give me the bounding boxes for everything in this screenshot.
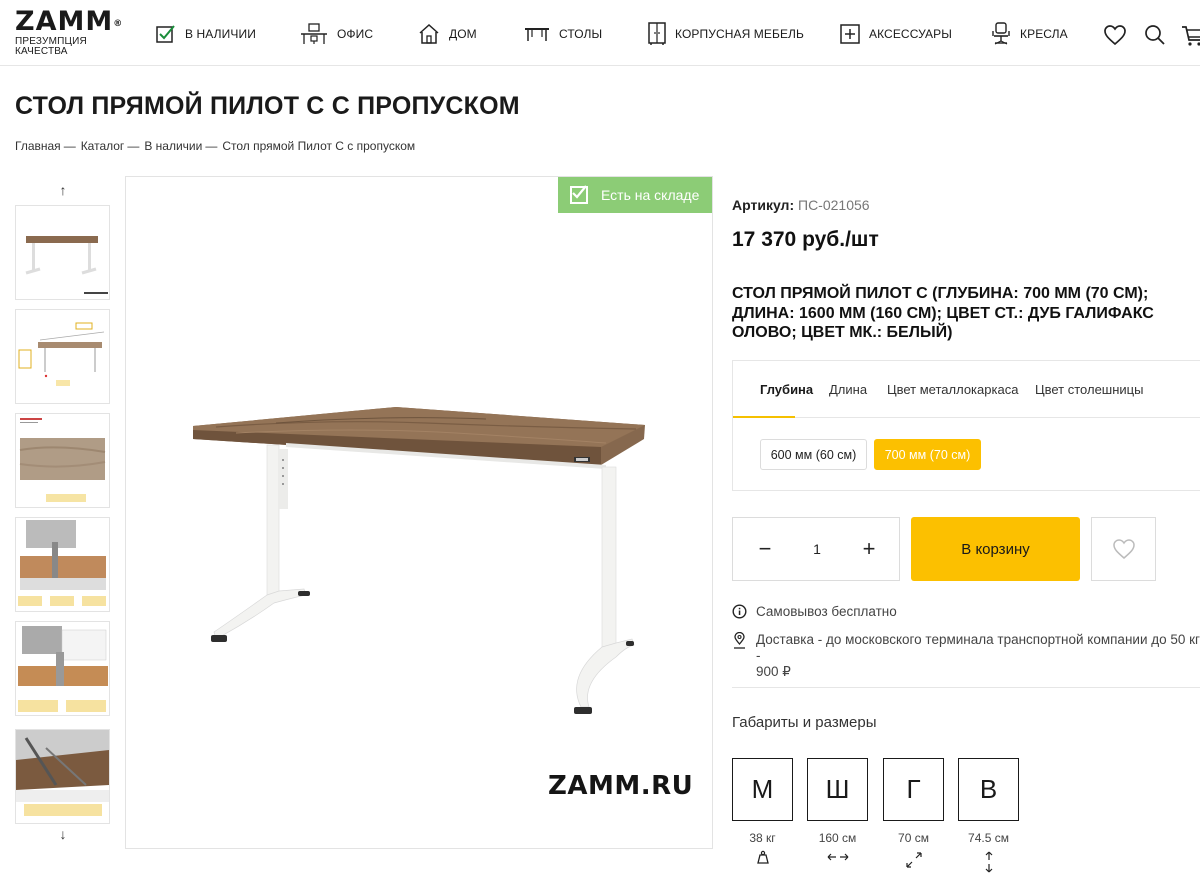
thumbnail-3[interactable] (15, 413, 110, 508)
add-to-cart-button[interactable]: В корзину (911, 517, 1080, 581)
office-icon (301, 23, 327, 44)
breadcrumb-current: Стол прямой Пилот С с пропуском (222, 139, 416, 153)
article-label: Артикул: (732, 197, 795, 213)
pickup-text: Самовывоз бесплатно (756, 604, 897, 619)
tab-length[interactable]: Длина (829, 382, 867, 397)
quantity-plus-button[interactable]: + (858, 538, 880, 560)
quantity-minus-button[interactable]: − (754, 538, 776, 560)
info-icon (732, 604, 747, 619)
registered-mark: ® (113, 19, 124, 29)
chair-icon (992, 22, 1010, 45)
favorite-button[interactable] (1091, 517, 1156, 581)
breadcrumb-catalog[interactable]: Каталог (81, 139, 125, 153)
nav-item-chairs[interactable]: КРЕСЛА (991, 20, 1068, 48)
cart-icon[interactable] (1181, 24, 1200, 48)
dim-height-value: 74.5 см (968, 831, 1009, 845)
thumbnail-1[interactable] (15, 205, 110, 300)
page-title: СТОЛ ПРЯМОЙ ПИЛОТ С С ПРОПУСКОМ (15, 92, 520, 120)
thumbnail-2[interactable] (15, 309, 110, 404)
thumb-scroll-up-icon[interactable]: ↑ (55, 182, 71, 198)
product-name: СТОЛ ПРЯМОЙ ПИЛОТ С (ГЛУБИНА: 700 ММ (70… (732, 285, 1154, 341)
dimensions-title: Габариты и размеры (732, 714, 877, 731)
quantity-stepper: − 1 + (732, 517, 900, 581)
breadcrumb-separator: — (63, 139, 76, 153)
nav-item-home[interactable]: ДОМ (418, 20, 477, 48)
stock-badge: Есть на складе (558, 177, 712, 213)
article-number: Артикул: ПС-021056 (732, 197, 870, 213)
nav-label: КРЕСЛА (1020, 27, 1068, 41)
logo[interactable]: ZAMM® ПРЕЗУМПЦИЯ КАЧЕСТВА (15, 8, 123, 57)
active-tab-indicator (733, 416, 795, 418)
stock-badge-label: Есть на складе (601, 187, 700, 203)
nav-item-in-stock[interactable]: В НАЛИЧИИ (156, 20, 256, 48)
delivery-price: 900 ₽ (756, 664, 791, 679)
plus-box-icon (840, 24, 860, 44)
dim-weight-box: М (732, 758, 793, 821)
search-icon[interactable] (1144, 24, 1166, 46)
heart-icon[interactable] (1103, 24, 1127, 46)
breadcrumb-home[interactable]: Главная (15, 139, 61, 153)
dim-width-box: Ш (807, 758, 868, 821)
nav-label: СТОЛЫ (559, 27, 603, 41)
table-icon (525, 28, 549, 41)
breadcrumb-separator: — (127, 139, 140, 153)
logo-tagline: ПРЕЗУМПЦИЯ КАЧЕСТВА (15, 36, 87, 57)
option-700mm[interactable]: 700 мм (70 см) (874, 439, 981, 470)
tab-depth[interactable]: Глубина (760, 382, 813, 397)
quantity-value[interactable]: 1 (807, 541, 827, 557)
divider (732, 687, 1200, 688)
height-arrows-icon (958, 850, 1019, 879)
price: 17 370 руб./шт (732, 228, 879, 251)
options-panel: Глубина Длина Цвет металлокаркаса Цвет с… (732, 360, 1200, 491)
delivery-info: Доставка - до московского терминала тран… (732, 632, 1200, 680)
thumbnail-4[interactable] (15, 517, 110, 612)
nav-label: В НАЛИЧИИ (185, 27, 256, 41)
option-tabs: Глубина Длина Цвет металлокаркаса Цвет с… (733, 361, 1200, 418)
thumbnail-6[interactable] (15, 729, 110, 824)
desk-illustration (193, 407, 645, 714)
breadcrumb-in-stock[interactable]: В наличии (144, 139, 202, 153)
cabinet-icon (648, 22, 666, 45)
thumbnail-5[interactable] (15, 621, 110, 716)
breadcrumb-separator: — (205, 139, 218, 153)
article-value: ПС-021056 (798, 197, 870, 213)
check-icon (570, 185, 588, 204)
nav-label: ДОМ (449, 27, 477, 41)
width-arrows-icon (807, 850, 868, 869)
nav-item-tables[interactable]: СТОЛЫ (524, 20, 602, 48)
dim-depth-box: Г (883, 758, 944, 821)
nav-item-accessories[interactable]: АКСЕССУАРЫ (840, 20, 952, 48)
nav-label: АКСЕССУАРЫ (869, 27, 952, 41)
main-product-image[interactable]: Есть на складе ZAMM.RU (125, 176, 713, 849)
location-pin-icon (734, 632, 745, 649)
dim-depth-value: 70 см (898, 831, 929, 845)
tab-top-color[interactable]: Цвет столешницы (1035, 382, 1143, 397)
dim-weight-value: 38 кг (749, 831, 776, 845)
tab-frame-color[interactable]: Цвет металлокаркаса (887, 382, 1018, 397)
nav-label: ОФИС (337, 27, 374, 41)
weight-icon (732, 850, 793, 869)
pickup-info: Самовывоз бесплатно (732, 604, 897, 620)
breadcrumb: Главная — Каталог — В наличии — Стол прямой… (15, 139, 415, 153)
heart-icon (1112, 539, 1135, 559)
delivery-text: Доставка - до московского терминала тран… (756, 632, 1200, 663)
logo-text: ZAMM (15, 6, 114, 37)
thumb-scroll-down-icon[interactable]: ↓ (55, 826, 71, 842)
checkbox-icon (156, 25, 175, 43)
dim-height-box: В (958, 758, 1019, 821)
dim-width-value: 160 см (818, 831, 857, 845)
house-icon (419, 23, 439, 44)
option-600mm[interactable]: 600 мм (60 см) (760, 439, 867, 470)
nav-item-cabinet[interactable]: КОРПУСНАЯ МЕБЕЛЬ (648, 20, 804, 48)
nav-item-office[interactable]: ОФИС (300, 20, 373, 48)
site-header: ZAMM® ПРЕЗУМПЦИЯ КАЧЕСТВА В НАЛИЧИИ ОФИС… (0, 0, 1200, 66)
depth-arrows-icon (883, 850, 944, 875)
watermark: ZAMM.RU (548, 771, 694, 801)
nav-label: КОРПУСНАЯ МЕБЕЛЬ (675, 27, 805, 41)
